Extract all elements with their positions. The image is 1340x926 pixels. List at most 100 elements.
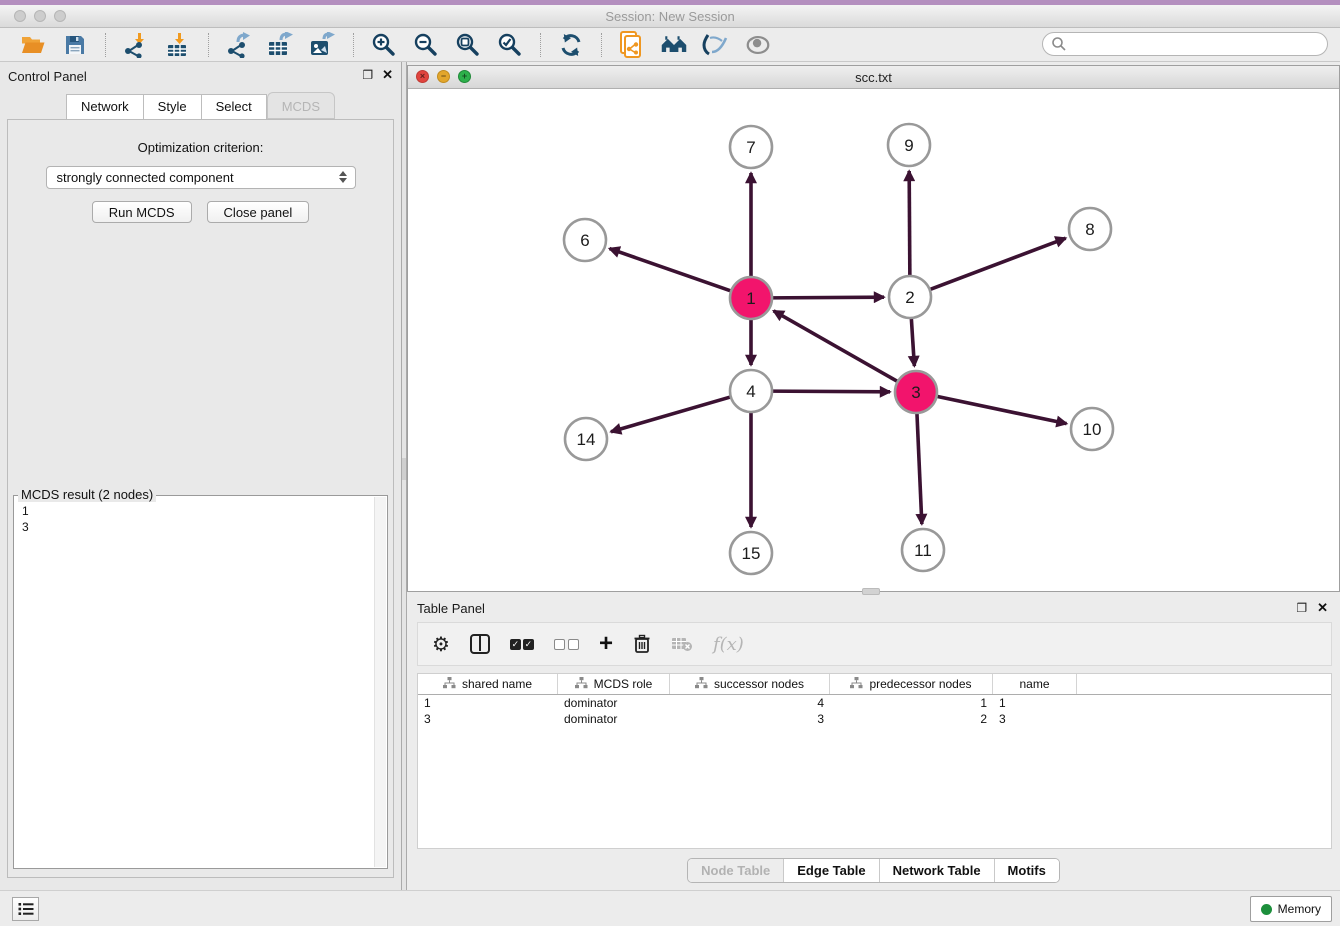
column-header-shared-name[interactable]: shared name — [418, 674, 558, 694]
control-panel: Control Panel ❐ ✕ NetworkStyleSelectMCDS… — [0, 62, 401, 890]
apply-layout-icon[interactable] — [557, 31, 585, 59]
delete-column-icon[interactable] — [633, 634, 651, 654]
mcds-result-box: MCDS result (2 nodes) 1 3 — [13, 495, 388, 869]
toolbar-separator — [601, 33, 602, 57]
cell-name[interactable]: 1 — [993, 695, 1077, 711]
node-label-8: 8 — [1085, 220, 1094, 239]
zoom-fit-icon[interactable] — [454, 31, 482, 59]
edge-2-3[interactable] — [911, 316, 914, 366]
select-all-columns-icon[interactable]: ✓✓ — [510, 639, 534, 650]
cell-predecessor-nodes[interactable]: 2 — [830, 711, 993, 727]
tab-motifs[interactable]: Motifs — [994, 859, 1059, 882]
cell-successor-nodes[interactable]: 3 — [670, 711, 830, 727]
function-builder-icon: f(x) — [713, 634, 744, 655]
tab-node-table[interactable]: Node Table — [688, 859, 783, 882]
network-canvas[interactable]: 7968124314101511 — [408, 89, 1339, 591]
add-column-icon[interactable]: + — [599, 632, 613, 656]
status-bar: Memory — [0, 890, 1340, 926]
table-row[interactable]: 1dominator411 — [418, 695, 1331, 711]
column-header-predecessor-nodes[interactable]: predecessor nodes — [830, 674, 993, 694]
table-row[interactable]: 3dominator323 — [418, 711, 1331, 727]
import-network-icon[interactable] — [122, 31, 150, 59]
export-network-icon[interactable] — [225, 31, 253, 59]
column-header-MCDS-role[interactable]: MCDS role — [558, 674, 670, 694]
cell-shared-name[interactable]: 1 — [418, 695, 558, 711]
import-table-icon[interactable] — [164, 31, 192, 59]
search-field[interactable] — [1042, 32, 1328, 56]
application-window: Session: New Session — [0, 0, 1340, 926]
zoom-out-icon[interactable] — [412, 31, 440, 59]
node-label-6: 6 — [580, 231, 589, 250]
zoom-selected-icon[interactable] — [496, 31, 524, 59]
tab-select[interactable]: Select — [202, 94, 267, 121]
network-window-title: scc.txt — [408, 70, 1339, 85]
new-network-from-selection-icon[interactable] — [618, 31, 646, 59]
tab-edge-table[interactable]: Edge Table — [783, 859, 878, 882]
export-image-icon[interactable] — [309, 31, 337, 59]
toolbar-separator — [540, 33, 541, 57]
edge-3-10[interactable] — [935, 396, 1067, 424]
open-file-icon[interactable] — [19, 31, 47, 59]
table-panel-float-icon[interactable]: ❐ — [1296, 602, 1307, 614]
edge-1-2[interactable] — [770, 297, 884, 298]
node-label-2: 2 — [905, 288, 914, 307]
edge-4-14[interactable] — [611, 396, 733, 431]
reset-view-icon[interactable] — [660, 31, 688, 59]
zoom-in-icon[interactable] — [370, 31, 398, 59]
tab-network[interactable]: Network — [66, 94, 144, 121]
delete-table-icon — [671, 636, 693, 652]
run-mcds-button[interactable]: Run MCDS — [92, 201, 192, 223]
cell-predecessor-nodes[interactable]: 1 — [830, 695, 993, 711]
edge-2-8[interactable] — [928, 238, 1066, 290]
search-input[interactable] — [1067, 35, 1327, 53]
table-header-row: shared nameMCDS rolesuccessor nodesprede… — [418, 674, 1331, 695]
column-header-successor-nodes[interactable]: successor nodes — [670, 674, 830, 694]
edge-3-11[interactable] — [917, 411, 922, 524]
memory-button[interactable]: Memory — [1250, 896, 1332, 922]
export-table-icon[interactable] — [267, 31, 295, 59]
node-label-9: 9 — [904, 136, 913, 155]
optimization-criterion-label: Optimization criterion: — [8, 140, 393, 155]
edge-4-3[interactable] — [770, 391, 890, 392]
cell-MCDS-role[interactable]: dominator — [558, 711, 670, 727]
main-toolbar — [0, 28, 1340, 62]
column-header-name[interactable]: name — [993, 674, 1077, 694]
table-panel: Table Panel ❐ ✕ ⚙ ✓✓ + f(x) shared nameM… — [407, 595, 1340, 890]
cell-shared-name[interactable]: 3 — [418, 711, 558, 727]
show-all-icon[interactable] — [744, 31, 772, 59]
list-icon — [18, 902, 34, 916]
toolbar-separator — [208, 33, 209, 57]
edge-1-6[interactable] — [610, 249, 734, 292]
hierarchy-icon — [443, 677, 456, 692]
control-panel-tabs: NetworkStyleSelectMCDS — [0, 94, 401, 121]
table-tabs: Node TableEdge TableNetwork TableMotifs — [407, 858, 1340, 883]
criterion-select[interactable]: strongly connected component — [46, 166, 356, 189]
hide-selected-icon[interactable] — [702, 31, 730, 59]
show-columns-icon[interactable] — [470, 634, 490, 654]
control-panel-close-icon[interactable]: ✕ — [382, 68, 393, 81]
table-panel-close-icon[interactable]: ✕ — [1317, 601, 1328, 614]
network-window-titlebar: × − + scc.txt — [408, 66, 1339, 89]
task-history-button[interactable] — [12, 897, 39, 921]
tab-style[interactable]: Style — [144, 94, 202, 121]
cell-successor-nodes[interactable]: 4 — [670, 695, 830, 711]
tab-network-table[interactable]: Network Table — [879, 859, 994, 882]
splitter-handle[interactable] — [402, 458, 406, 480]
tab-mcds[interactable]: MCDS — [267, 92, 335, 119]
node-label-14: 14 — [577, 430, 596, 449]
control-panel-title: Control Panel — [8, 69, 87, 84]
criterion-value: strongly connected component — [57, 170, 234, 185]
unselect-all-columns-icon[interactable] — [554, 639, 579, 650]
table-options-icon[interactable]: ⚙ — [432, 632, 450, 657]
edge-3-1[interactable] — [774, 311, 900, 383]
control-panel-float-icon[interactable]: ❐ — [362, 69, 373, 81]
edge-2-9[interactable] — [909, 171, 910, 278]
save-session-icon[interactable] — [61, 31, 89, 59]
cell-MCDS-role[interactable]: dominator — [558, 695, 670, 711]
result-scrollbar[interactable] — [374, 497, 386, 867]
node-label-15: 15 — [742, 544, 761, 563]
horizontal-splitter-handle[interactable] — [862, 588, 880, 595]
close-panel-button[interactable]: Close panel — [207, 201, 310, 223]
cell-name[interactable]: 3 — [993, 711, 1077, 727]
node-label-3: 3 — [911, 383, 920, 402]
